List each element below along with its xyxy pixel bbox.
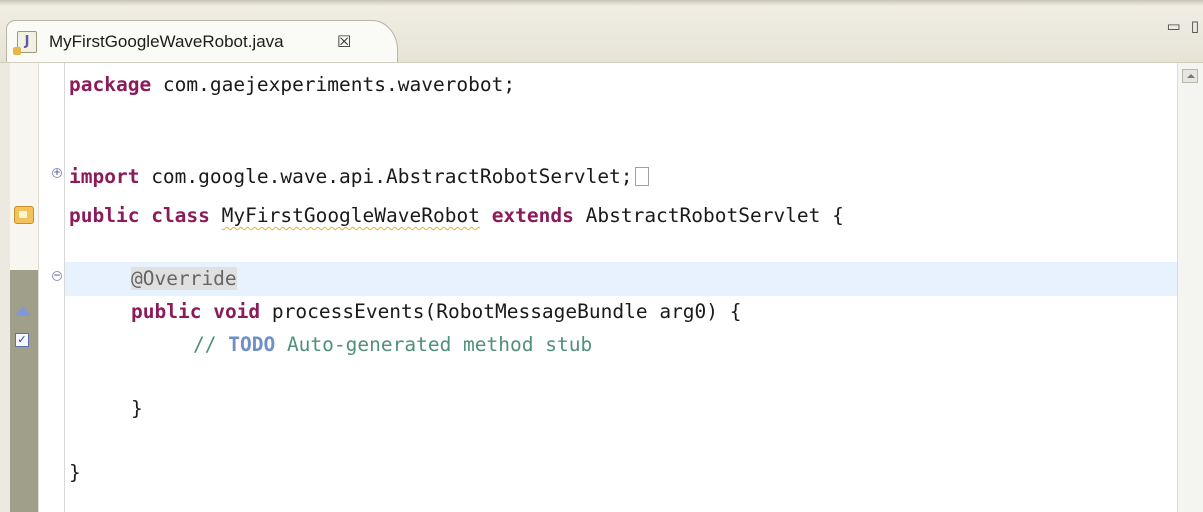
- keyword: public: [131, 300, 202, 323]
- code-text: AbstractRobotServlet {: [573, 204, 844, 227]
- code-editor[interactable]: ✓ + − package com.gaejexperiments.wavero…: [0, 63, 1203, 512]
- keyword: package: [69, 73, 152, 96]
- code-line-method-declaration[interactable]: public void processEvents(RobotMessageBu…: [131, 300, 742, 324]
- code-line-class-declaration[interactable]: public class MyFirstGoogleWaveRobot exte…: [69, 204, 844, 228]
- tab-title[interactable]: MyFirstGoogleWaveRobot.java: [49, 31, 284, 53]
- keyword: void: [213, 300, 261, 323]
- todo-tag: TODO: [228, 333, 276, 356]
- editor-tab-bar: J MyFirstGoogleWaveRobot.java ☒ ▭ ▯: [0, 0, 1203, 63]
- editor-tab[interactable]: J MyFirstGoogleWaveRobot.java ☒: [6, 20, 398, 62]
- vertical-scrollbar[interactable]: [1177, 63, 1203, 512]
- code-line-package[interactable]: package com.gaejexperiments.waverobot;: [69, 73, 515, 97]
- expand-fold-icon[interactable]: +: [52, 168, 62, 178]
- override-icon[interactable]: [15, 306, 31, 316]
- task-icon[interactable]: ✓: [15, 333, 29, 347]
- code-text: com.gaejexperiments.waverobot;: [151, 73, 516, 96]
- folded-code-indicator[interactable]: [634, 167, 649, 186]
- minimize-icon[interactable]: ▭: [1167, 17, 1181, 35]
- code-line-import[interactable]: import com.google.wave.api.AbstractRobot…: [69, 165, 649, 189]
- code-line-comment[interactable]: // TODO Auto-generated method stub: [193, 333, 592, 357]
- warning-icon[interactable]: [14, 206, 34, 224]
- maximize-icon[interactable]: ▯: [1191, 17, 1199, 35]
- comment-slashes: //: [193, 333, 229, 356]
- comment-text: Auto-generated method stub: [275, 333, 593, 356]
- view-controls: ▭ ▯: [1157, 18, 1199, 34]
- java-file-icon: J: [13, 31, 37, 55]
- scroll-up-arrow-icon[interactable]: [1182, 69, 1198, 83]
- keyword: class: [151, 204, 210, 227]
- closing-brace: }: [69, 461, 81, 484]
- code-text: com.google.wave.api.AbstractRobotServlet…: [139, 165, 633, 188]
- code-line-method-close[interactable]: }: [131, 397, 143, 421]
- keyword: import: [69, 165, 140, 188]
- code-line-class-close[interactable]: }: [69, 461, 81, 485]
- code-line-annotation[interactable]: @Override: [131, 267, 237, 291]
- class-name: MyFirstGoogleWaveRobot: [221, 204, 480, 227]
- code-text: processEvents(RobotMessageBundle arg0) {: [260, 300, 742, 323]
- closing-brace: }: [131, 397, 143, 420]
- keyword: public: [69, 204, 140, 227]
- collapse-fold-icon[interactable]: −: [52, 271, 62, 281]
- keyword: extends: [491, 204, 574, 227]
- close-icon[interactable]: ☒: [337, 31, 351, 53]
- annotation: @Override: [131, 267, 237, 290]
